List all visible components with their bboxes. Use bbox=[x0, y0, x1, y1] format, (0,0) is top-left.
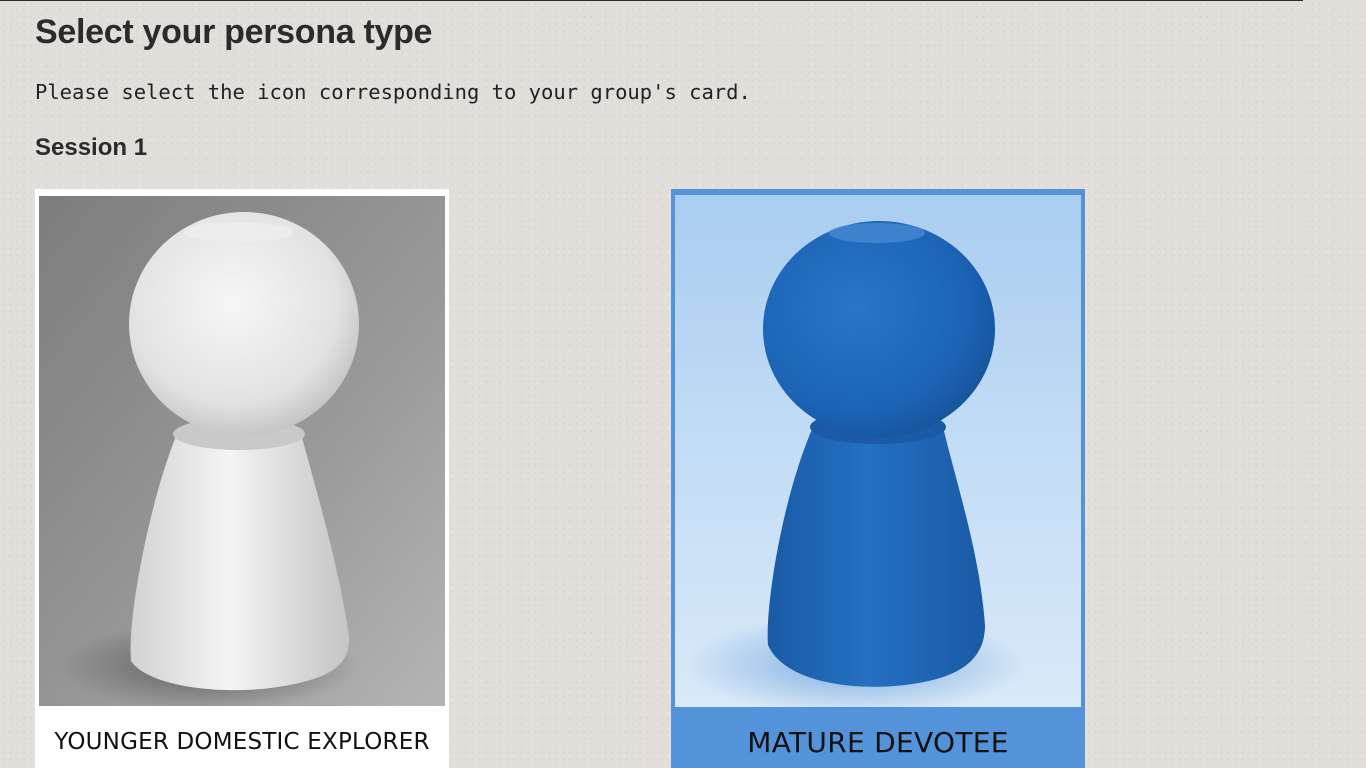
pawn-figurine-icon bbox=[39, 196, 445, 706]
persona-label: MATURE DEVOTEE bbox=[747, 726, 1009, 759]
pawn-figurine-icon bbox=[675, 195, 1081, 707]
instructions-text: Please select the icon corresponding to … bbox=[35, 80, 751, 104]
persona-card-mature-devotee[interactable]: MATURE DEVOTEE bbox=[671, 189, 1085, 768]
persona-label: YOUNGER DOMESTIC EXPLORER bbox=[54, 729, 430, 755]
persona-card-younger-domestic-explorer[interactable]: YOUNGER DOMESTIC EXPLORER bbox=[35, 189, 449, 768]
top-divider bbox=[0, 0, 1303, 1]
page-title: Select your persona type bbox=[35, 13, 433, 51]
session-heading: Session 1 bbox=[35, 134, 148, 161]
